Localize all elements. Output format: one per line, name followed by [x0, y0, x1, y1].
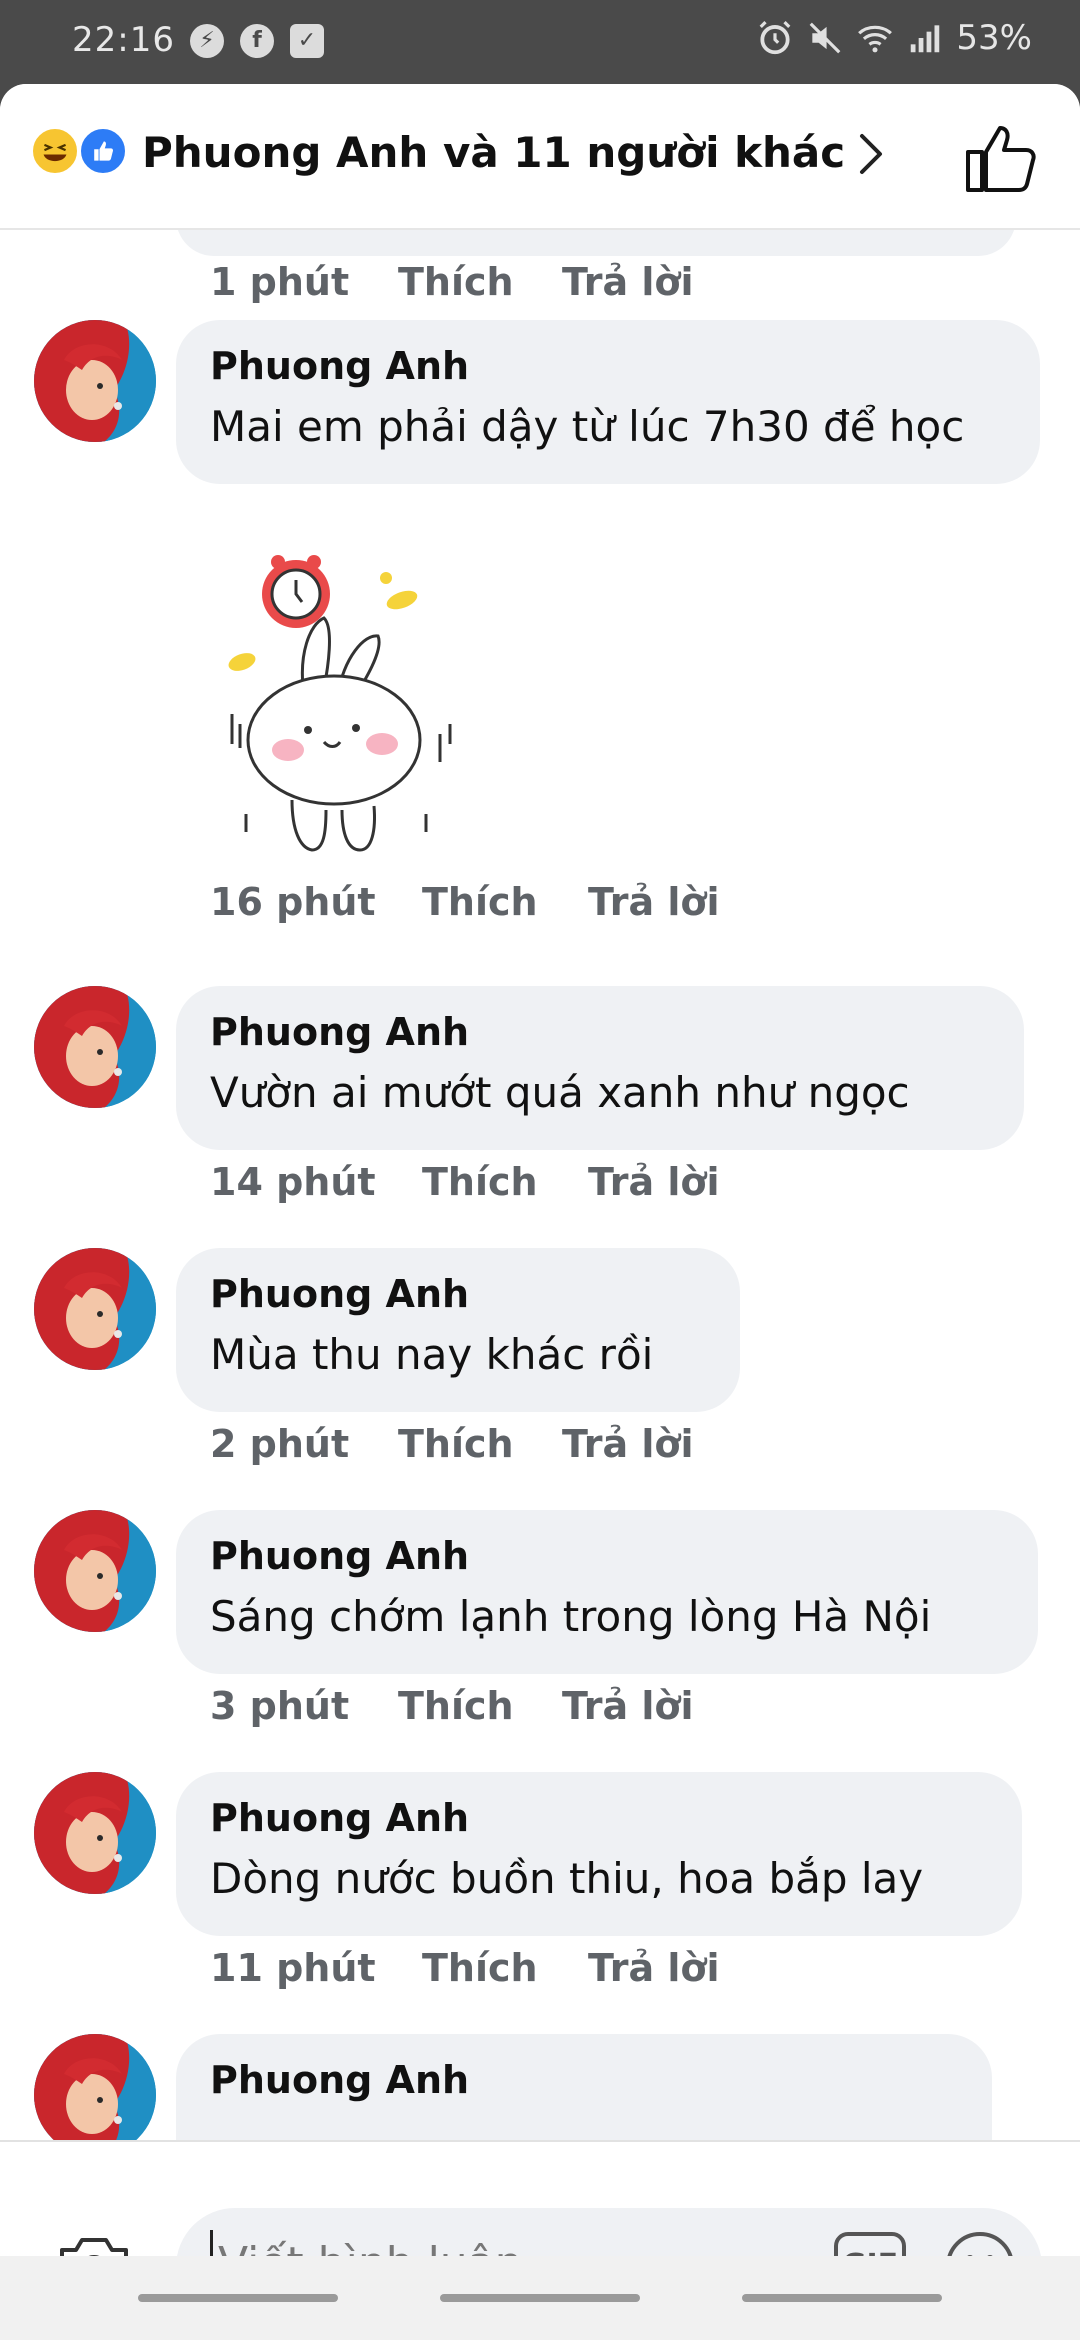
reply-link[interactable]: Trả lời	[588, 1946, 720, 1990]
avatar-image	[34, 2034, 156, 2140]
comment-bubble[interactable]: Phuong Anh Dòng nước buồn thiu, hoa bắp …	[176, 1772, 1022, 1936]
thumbs-up-icon[interactable]	[962, 120, 1042, 196]
comment-text: Mai em phải dậy từ lúc 7h30 để học	[210, 402, 965, 451]
status-time: 22:16	[72, 20, 175, 60]
avatar-image	[34, 1248, 156, 1370]
comment-time: 11 phút	[210, 1946, 376, 1990]
status-bar: 22:16 ⚡ f ✓ 53%	[0, 0, 1080, 84]
signal-icon	[911, 25, 940, 53]
facebook-icon: f	[240, 24, 274, 58]
checkbox-icon: ✓	[290, 24, 324, 58]
comment-text: Mùa thu nay khác rồi	[210, 1330, 654, 1379]
nav-back[interactable]	[742, 2294, 942, 2302]
like-link[interactable]: Thích	[398, 1684, 514, 1728]
avatar[interactable]	[34, 1248, 156, 1370]
status-icons: 53%	[756, 18, 1032, 58]
comment-text: Sáng chớm lạnh trong lòng Hà Nội	[210, 1592, 932, 1641]
reactions-header[interactable]: Phuong Anh và 11 người khác	[0, 84, 1080, 230]
chevron-right-icon[interactable]	[840, 124, 900, 184]
comment-author[interactable]: Phuong Anh	[210, 1010, 990, 1054]
comment-bubble[interactable]: Phuong Anh Sáng chớm lạnh trong lòng Hà …	[176, 1510, 1038, 1674]
avatar[interactable]	[34, 2034, 156, 2140]
comment-bubble-partial[interactable]	[176, 230, 1016, 256]
comment-time: 2 phút	[210, 1422, 350, 1466]
comment-text: Dòng nước buồn thiu, hoa bắp lay	[210, 1854, 924, 1903]
like-link[interactable]: Thích	[398, 260, 514, 304]
comment-bubble[interactable]: Phuong Anh Mai em phải dậy từ lúc 7h30 đ…	[176, 320, 1040, 484]
battery-percent: 53%	[956, 18, 1032, 58]
avatar-image	[34, 986, 156, 1108]
like-reaction-icon	[78, 126, 128, 176]
like-link[interactable]: Thích	[422, 1160, 538, 1204]
reply-link[interactable]: Trả lời	[562, 260, 694, 304]
comment-time: 16 phút	[210, 880, 376, 924]
system-nav-bar	[0, 2256, 1080, 2340]
comment-bubble[interactable]: Phuong Anh	[176, 2034, 992, 2140]
comments-sheet: Phuong Anh và 11 người khác 1 phút Thích…	[0, 84, 1080, 2340]
nav-recents[interactable]	[138, 2294, 338, 2302]
comment-author[interactable]: Phuong Anh	[210, 1272, 706, 1316]
comment-author[interactable]: Phuong Anh	[210, 344, 1006, 388]
comment-list[interactable]: 1 phút Thích Trả lời Phuong Anh Mai em p…	[0, 230, 1080, 2140]
comment-author[interactable]: Phuong Anh	[210, 1534, 1004, 1578]
reply-link[interactable]: Trả lời	[588, 1160, 720, 1204]
comment-bubble[interactable]: Phuong Anh Vườn ai mướt quá xanh như ngọ…	[176, 986, 1024, 1150]
haha-reaction-icon	[30, 126, 80, 176]
comment-text: Vườn ai mướt quá xanh như ngọc	[210, 1068, 910, 1117]
nav-home[interactable]	[440, 2294, 640, 2302]
avatar[interactable]	[34, 986, 156, 1108]
mute-icon	[810, 22, 841, 54]
reply-link[interactable]: Trả lời	[562, 1684, 694, 1728]
reply-link[interactable]: Trả lời	[562, 1422, 694, 1466]
reaction-summary[interactable]	[30, 126, 130, 176]
avatar-image	[34, 1510, 156, 1632]
comment-author[interactable]: Phuong Anh	[210, 1796, 988, 1840]
bunny-alarm-sticker[interactable]	[226, 544, 482, 864]
like-link[interactable]: Thích	[398, 1422, 514, 1466]
avatar[interactable]	[34, 320, 156, 442]
wifi-icon	[858, 25, 893, 53]
reply-link[interactable]: Trả lời	[588, 880, 720, 924]
messenger-icon: ⚡	[190, 24, 224, 58]
comment-bubble[interactable]: Phuong Anh Mùa thu nay khác rồi	[176, 1248, 740, 1412]
alarm-icon	[760, 21, 791, 55]
comment-author[interactable]: Phuong Anh	[210, 2058, 958, 2102]
comment-time: 3 phút	[210, 1684, 350, 1728]
comment-time: 1 phút	[210, 260, 350, 304]
avatar[interactable]	[34, 1510, 156, 1632]
avatar[interactable]	[34, 1772, 156, 1894]
avatar-image	[34, 320, 156, 442]
like-link[interactable]: Thích	[422, 880, 538, 924]
comment-time: 14 phút	[210, 1160, 376, 1204]
reactions-title[interactable]: Phuong Anh và 11 người khác	[142, 128, 845, 177]
avatar-image	[34, 1772, 156, 1894]
like-link[interactable]: Thích	[422, 1946, 538, 1990]
